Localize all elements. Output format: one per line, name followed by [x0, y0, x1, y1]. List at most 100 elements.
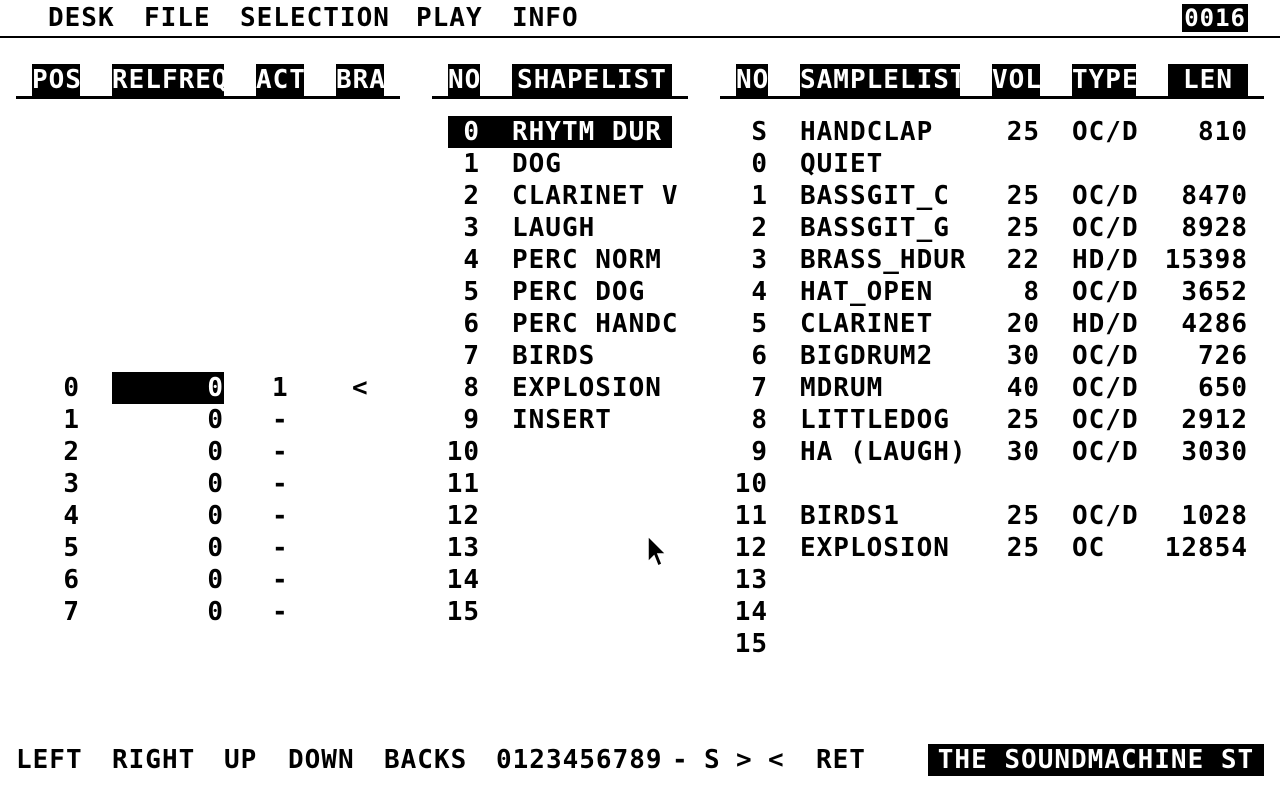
shapelist-number[interactable]: 0 [432, 116, 480, 148]
act-value[interactable]: - [272, 500, 288, 532]
relfreq-field[interactable]: 0 [112, 564, 224, 596]
samplelist-number[interactable]: 10 [720, 468, 768, 500]
act-value[interactable]: - [272, 596, 288, 628]
samplelist-name[interactable]: HAT_OPEN [800, 276, 933, 308]
samplelist-name[interactable]: BRASS_HDUR [800, 244, 967, 276]
key-lt[interactable]: < [768, 744, 785, 776]
samplelist-number[interactable]: 4 [720, 276, 768, 308]
samplelist-name[interactable]: EXPLOSION [800, 532, 950, 564]
shapelist-item[interactable]: INSERT [512, 404, 612, 436]
samplelist-number[interactable]: 11 [720, 500, 768, 532]
shapelist-item[interactable]: PERC DOG [512, 276, 645, 308]
shapelist-number[interactable]: 4 [432, 244, 480, 276]
act-value[interactable]: - [272, 404, 288, 436]
samplelist-name[interactable]: BASSGIT_C [800, 180, 950, 212]
key-up[interactable]: UP [224, 744, 257, 776]
shapelist-item[interactable]: PERC HANDC [512, 308, 679, 340]
relfreq-field[interactable]: 0 [112, 500, 224, 532]
samplelist-number[interactable]: 5 [720, 308, 768, 340]
samplelist-name[interactable]: LITTLEDOG [800, 404, 950, 436]
samplelist-type: OC/D [1072, 341, 1139, 371]
menu-info[interactable]: INFO [512, 3, 579, 33]
samplelist-number[interactable]: 3 [720, 244, 768, 276]
key-digits[interactable]: 0123456789 [496, 744, 663, 776]
menu-desk[interactable]: DESK [48, 3, 115, 33]
relfreq-field[interactable]: 0 [112, 468, 224, 500]
samplelist-number[interactable]: 9 [720, 436, 768, 468]
samplelist-name[interactable]: CLARINET [800, 308, 933, 340]
shapelist-number[interactable]: 15 [432, 596, 480, 628]
relfreq-field[interactable]: 0 [112, 404, 224, 436]
shapelist-number[interactable]: 5 [432, 276, 480, 308]
samplelist-length: 15398 [1164, 245, 1248, 275]
act-value[interactable]: 1 [272, 372, 288, 404]
key-ret[interactable]: RET [816, 744, 866, 776]
samplelist-number[interactable]: 0 [720, 148, 768, 180]
samplelist-number[interactable]: 7 [720, 372, 768, 404]
relfreq-field[interactable]: 0 [112, 436, 224, 468]
key-right[interactable]: RIGHT [112, 744, 195, 776]
samplelist-number[interactable]: 13 [720, 564, 768, 596]
shapelist-number[interactable]: 1 [432, 148, 480, 180]
shapelist-number[interactable]: 13 [432, 532, 480, 564]
shapelist-item[interactable]: PERC NORM [512, 244, 662, 276]
shapelist-item[interactable]: RHYTM DUR [512, 116, 662, 148]
header-type: TYPE [1072, 64, 1139, 96]
samplelist-length: 8928 [1181, 213, 1248, 243]
samplelist-name[interactable]: HANDCLAP [800, 116, 933, 148]
relfreq-field[interactable]: 0 [112, 532, 224, 564]
samplelist-number[interactable]: S [720, 116, 768, 148]
shapelist-number[interactable]: 10 [432, 436, 480, 468]
shapelist-item[interactable]: DOG [512, 148, 562, 180]
shapelist-number[interactable]: 8 [432, 372, 480, 404]
samplelist-name[interactable]: BASSGIT_G [800, 212, 950, 244]
shapelist-number[interactable]: 9 [432, 404, 480, 436]
menu-play[interactable]: PLAY [416, 3, 483, 33]
key-down[interactable]: DOWN [288, 744, 355, 776]
key-gt[interactable]: > [736, 744, 753, 776]
key-s[interactable]: S [704, 744, 721, 776]
shapelist-number[interactable]: 11 [432, 468, 480, 500]
act-value[interactable]: - [272, 436, 288, 468]
key-backs[interactable]: BACKS [384, 744, 467, 776]
samplelist-number[interactable]: 2 [720, 212, 768, 244]
samplelist-name[interactable]: BIRDS1 [800, 500, 900, 532]
samplelist-number[interactable]: 14 [720, 596, 768, 628]
act-value[interactable]: - [272, 564, 288, 596]
key-dash[interactable]: - [672, 744, 689, 776]
header-vol: VOL [992, 64, 1042, 96]
samplelist-number[interactable]: 15 [720, 628, 768, 660]
samplelist-number[interactable]: 12 [720, 532, 768, 564]
menu-selection[interactable]: SELECTION [240, 3, 390, 33]
shapelist-number[interactable]: 6 [432, 308, 480, 340]
shapelist-item[interactable]: BIRDS [512, 340, 595, 372]
samplelist-volume: 25 [1006, 181, 1040, 211]
samplelist-number[interactable]: 8 [720, 404, 768, 436]
menu-file[interactable]: FILE [144, 3, 211, 33]
samplelist-number[interactable]: 1 [720, 180, 768, 212]
shapelist-number[interactable]: 3 [432, 212, 480, 244]
mouse-pointer-icon [647, 535, 668, 568]
act-value[interactable]: - [272, 532, 288, 564]
samplelist-number[interactable]: 6 [720, 340, 768, 372]
shapelist-number[interactable]: 7 [432, 340, 480, 372]
relfreq-field[interactable]: 0 [112, 372, 224, 404]
shapelist-item[interactable]: EXPLOSION [512, 372, 662, 404]
bra-value[interactable]: < [352, 372, 368, 404]
samplelist-name[interactable]: HA (LAUGH) [800, 436, 967, 468]
shapelist-number[interactable]: 14 [432, 564, 480, 596]
shapelist-item[interactable]: CLARINET V [512, 180, 679, 212]
samplelist-name[interactable]: BIGDRUM2 [800, 340, 933, 372]
samplelist-name[interactable]: MDRUM [800, 372, 883, 404]
shapelist-number[interactable]: 2 [432, 180, 480, 212]
relfreq-field[interactable]: 0 [112, 596, 224, 628]
samplelist-name[interactable]: QUIET [800, 148, 883, 180]
position-number: 6 [63, 565, 80, 595]
samplelist-type: OC/D [1072, 501, 1139, 531]
position-number: 0 [63, 373, 80, 403]
shapelist-number[interactable]: 12 [432, 500, 480, 532]
shapelist-item[interactable]: LAUGH [512, 212, 595, 244]
act-value[interactable]: - [272, 468, 288, 500]
key-left[interactable]: LEFT [16, 744, 83, 776]
header-len: LEN [1168, 64, 1248, 96]
